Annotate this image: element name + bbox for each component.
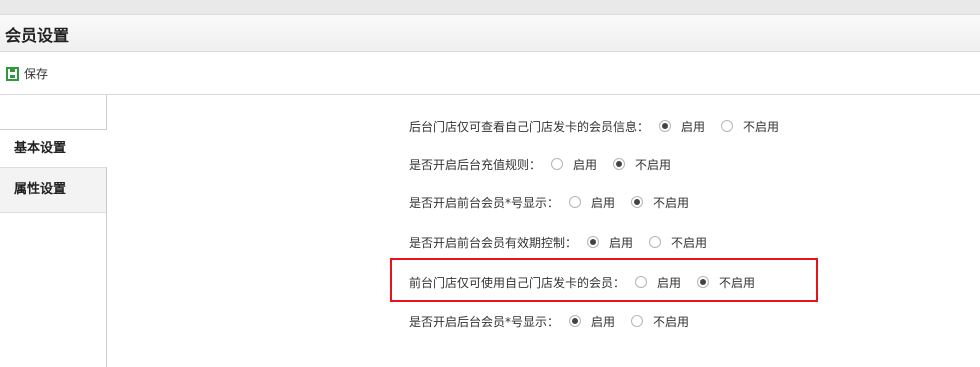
radio-button[interactable] xyxy=(613,158,626,170)
sidebar-spacer xyxy=(0,95,106,130)
radio-label: 不启用 xyxy=(653,195,690,210)
save-icon xyxy=(6,66,19,81)
setting-row: 是否开启前台会员有效期控制： 启用 不启用 xyxy=(409,232,721,252)
radio-label: 不启用 xyxy=(653,314,690,329)
radio-enable[interactable]: 启用 xyxy=(635,274,695,291)
radio-label: 启用 xyxy=(573,157,598,172)
radio-button[interactable] xyxy=(551,158,564,170)
radio-button[interactable] xyxy=(587,236,600,248)
settings-panel: 后台门店仅可查看自己门店发卡的会员信息： 启用 不启用 是否开启后台充值规则： … xyxy=(107,95,980,367)
radio-disable[interactable]: 不启用 xyxy=(631,313,703,330)
setting-label: 是否开启前台会员*号显示： xyxy=(409,195,560,210)
sidebar: 基本设置 属性设置 xyxy=(0,95,121,367)
radio-enable[interactable]: 启用 xyxy=(659,118,719,135)
radio-label: 不启用 xyxy=(719,275,756,290)
radio-enable[interactable]: 启用 xyxy=(551,156,611,173)
radio-button[interactable] xyxy=(697,276,710,288)
title-bar: 会员设置 xyxy=(0,15,980,52)
setting-label: 是否开启后台会员*号显示： xyxy=(409,314,560,329)
radio-label: 不启用 xyxy=(635,157,672,172)
radio-button[interactable] xyxy=(721,120,734,132)
top-strip xyxy=(0,0,980,15)
radio-disable[interactable]: 不启用 xyxy=(631,194,703,211)
save-button[interactable]: 保存 xyxy=(6,63,48,83)
setting-label: 后台门店仅可查看自己门店发卡的会员信息： xyxy=(409,119,650,134)
setting-label: 是否开启后台充值规则： xyxy=(409,157,542,172)
radio-label: 不启用 xyxy=(743,119,780,134)
setting-row: 后台门店仅可查看自己门店发卡的会员信息： 启用 不启用 xyxy=(409,116,793,136)
radio-label: 不启用 xyxy=(671,235,708,250)
radio-button[interactable] xyxy=(649,236,662,248)
radio-button[interactable] xyxy=(631,315,644,327)
radio-disable[interactable]: 不启用 xyxy=(649,234,721,251)
sidebar-item-attribute-settings[interactable]: 属性设置 xyxy=(0,167,106,213)
setting-label: 前台门店仅可使用自己门店发卡的会员： xyxy=(409,275,626,290)
radio-button[interactable] xyxy=(659,120,672,132)
radio-enable[interactable]: 启用 xyxy=(569,313,629,330)
radio-label: 启用 xyxy=(591,314,616,329)
radio-label: 启用 xyxy=(609,235,634,250)
radio-disable[interactable]: 不启用 xyxy=(721,118,793,135)
radio-enable[interactable]: 启用 xyxy=(569,194,629,211)
radio-enable[interactable]: 启用 xyxy=(587,234,647,251)
setting-row: 是否开启后台会员*号显示： 启用 不启用 xyxy=(409,311,703,331)
setting-row-highlighted: 前台门店仅可使用自己门店发卡的会员： 启用 不启用 xyxy=(409,272,769,292)
radio-label: 启用 xyxy=(681,119,706,134)
toolbar: 保存 xyxy=(0,52,980,95)
page-title: 会员设置 xyxy=(5,26,70,45)
setting-label: 是否开启前台会员有效期控制： xyxy=(409,235,578,250)
save-label: 保存 xyxy=(24,66,49,81)
sidebar-item-basic-settings[interactable]: 基本设置 xyxy=(0,130,121,167)
radio-label: 启用 xyxy=(591,195,616,210)
radio-button[interactable] xyxy=(631,196,644,208)
radio-button[interactable] xyxy=(569,315,582,327)
radio-button[interactable] xyxy=(569,196,582,208)
setting-row: 是否开启后台充值规则： 启用 不启用 xyxy=(409,154,685,174)
radio-disable[interactable]: 不启用 xyxy=(613,156,685,173)
radio-button[interactable] xyxy=(635,276,648,288)
radio-label: 启用 xyxy=(657,275,682,290)
setting-row: 是否开启前台会员*号显示： 启用 不启用 xyxy=(409,192,703,212)
radio-disable[interactable]: 不启用 xyxy=(697,274,769,291)
